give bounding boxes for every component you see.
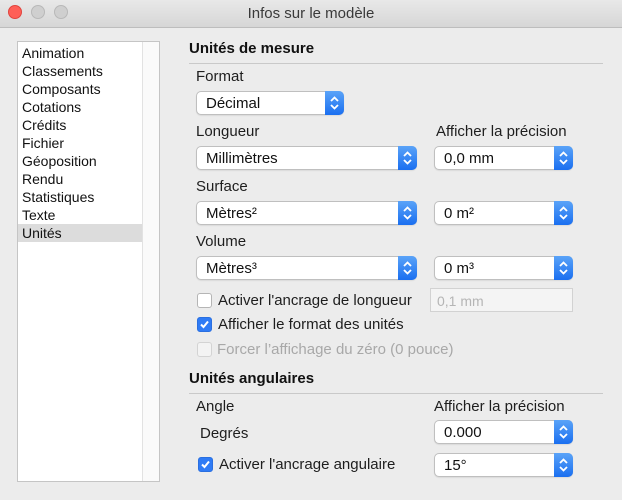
angle-unit-text: Degrés (200, 425, 249, 442)
chevron-up-down-icon (554, 420, 573, 444)
chevron-up-down-icon (554, 256, 573, 280)
category-list[interactable]: Animation Classements Composants Cotatio… (17, 41, 160, 482)
units-section-title: Unités de mesure (189, 40, 315, 57)
length-unit-select[interactable]: Millimètres (196, 146, 417, 170)
section-divider (189, 393, 603, 394)
angle-snap-checkbox[interactable] (198, 457, 213, 472)
show-units-format-label: Afficher le format des unités (218, 316, 404, 333)
sidebar-item-composants[interactable]: Composants (18, 80, 145, 98)
angle-label: Angle (196, 398, 235, 415)
angle-snap-value: 15° (444, 457, 467, 474)
length-precision-label: Afficher la précision (436, 123, 567, 140)
sidebar-item-geoposition[interactable]: Géoposition (18, 152, 145, 170)
sidebar-item-unites[interactable]: Unités (18, 224, 145, 242)
chevron-up-down-icon (325, 91, 344, 115)
length-snap-field[interactable]: 0,1 mm (430, 288, 573, 312)
area-unit-value: Mètres² (206, 205, 257, 222)
chevron-up-down-icon (398, 146, 417, 170)
force-zero-checkbox (197, 342, 212, 357)
checkmark-icon (200, 320, 209, 329)
sidebar-item-statistiques[interactable]: Statistiques (18, 188, 145, 206)
angle-snap-label: Activer l'ancrage angulaire (219, 456, 396, 473)
angle-precision-value: 0.000 (444, 424, 482, 441)
area-unit-select[interactable]: Mètres² (196, 201, 417, 225)
volume-unit-select[interactable]: Mètres³ (196, 256, 417, 280)
section-divider (189, 63, 603, 64)
window-title: Infos sur le modèle (247, 5, 375, 22)
sidebar-item-animation[interactable]: Animation (18, 44, 145, 62)
sidebar-item-texte[interactable]: Texte (18, 206, 145, 224)
area-precision-select[interactable]: 0 m² (434, 201, 573, 225)
area-precision-value: 0 m² (444, 205, 474, 222)
chevron-up-down-icon (554, 453, 573, 477)
title-bar: Infos sur le modèle (0, 0, 622, 28)
length-snap-label: Activer l'ancrage de longueur (218, 292, 412, 309)
volume-precision-select[interactable]: 0 m³ (434, 256, 573, 280)
volume-unit-value: Mètres³ (206, 260, 257, 277)
angle-snap-select[interactable]: 15° (434, 453, 573, 477)
chevron-up-down-icon (398, 256, 417, 280)
format-select[interactable]: Décimal (196, 91, 344, 115)
length-unit-value: Millimètres (206, 150, 278, 167)
sidebar-scrollbar[interactable] (142, 42, 159, 481)
sidebar-item-credits[interactable]: Crédits (18, 116, 145, 134)
sidebar-item-rendu[interactable]: Rendu (18, 170, 145, 188)
chevron-up-down-icon (554, 146, 573, 170)
format-select-value: Décimal (206, 95, 261, 112)
area-label: Surface (196, 178, 248, 195)
length-label: Longueur (196, 123, 260, 140)
sidebar-item-fichier[interactable]: Fichier (18, 134, 145, 152)
length-precision-value: 0,0 mm (444, 150, 495, 167)
sidebar-item-classements[interactable]: Classements (18, 62, 145, 80)
chevron-up-down-icon (398, 201, 417, 225)
length-snap-checkbox[interactable] (197, 293, 212, 308)
volume-label: Volume (196, 233, 247, 250)
format-label: Format (196, 68, 244, 85)
force-zero-label: Forcer l’affichage du zéro (0 pouce) (217, 341, 454, 358)
volume-precision-value: 0 m³ (444, 260, 474, 277)
show-units-format-checkbox[interactable] (197, 317, 212, 332)
chevron-up-down-icon (554, 201, 573, 225)
angle-precision-select[interactable]: 0.000 (434, 420, 573, 444)
length-precision-select[interactable]: 0,0 mm (434, 146, 573, 170)
angular-section-title: Unités angulaires (189, 370, 315, 387)
length-snap-placeholder: 0,1 mm (437, 293, 484, 309)
angle-precision-label: Afficher la précision (434, 398, 565, 415)
checkmark-icon (201, 460, 210, 469)
sidebar-item-cotations[interactable]: Cotations (18, 98, 145, 116)
